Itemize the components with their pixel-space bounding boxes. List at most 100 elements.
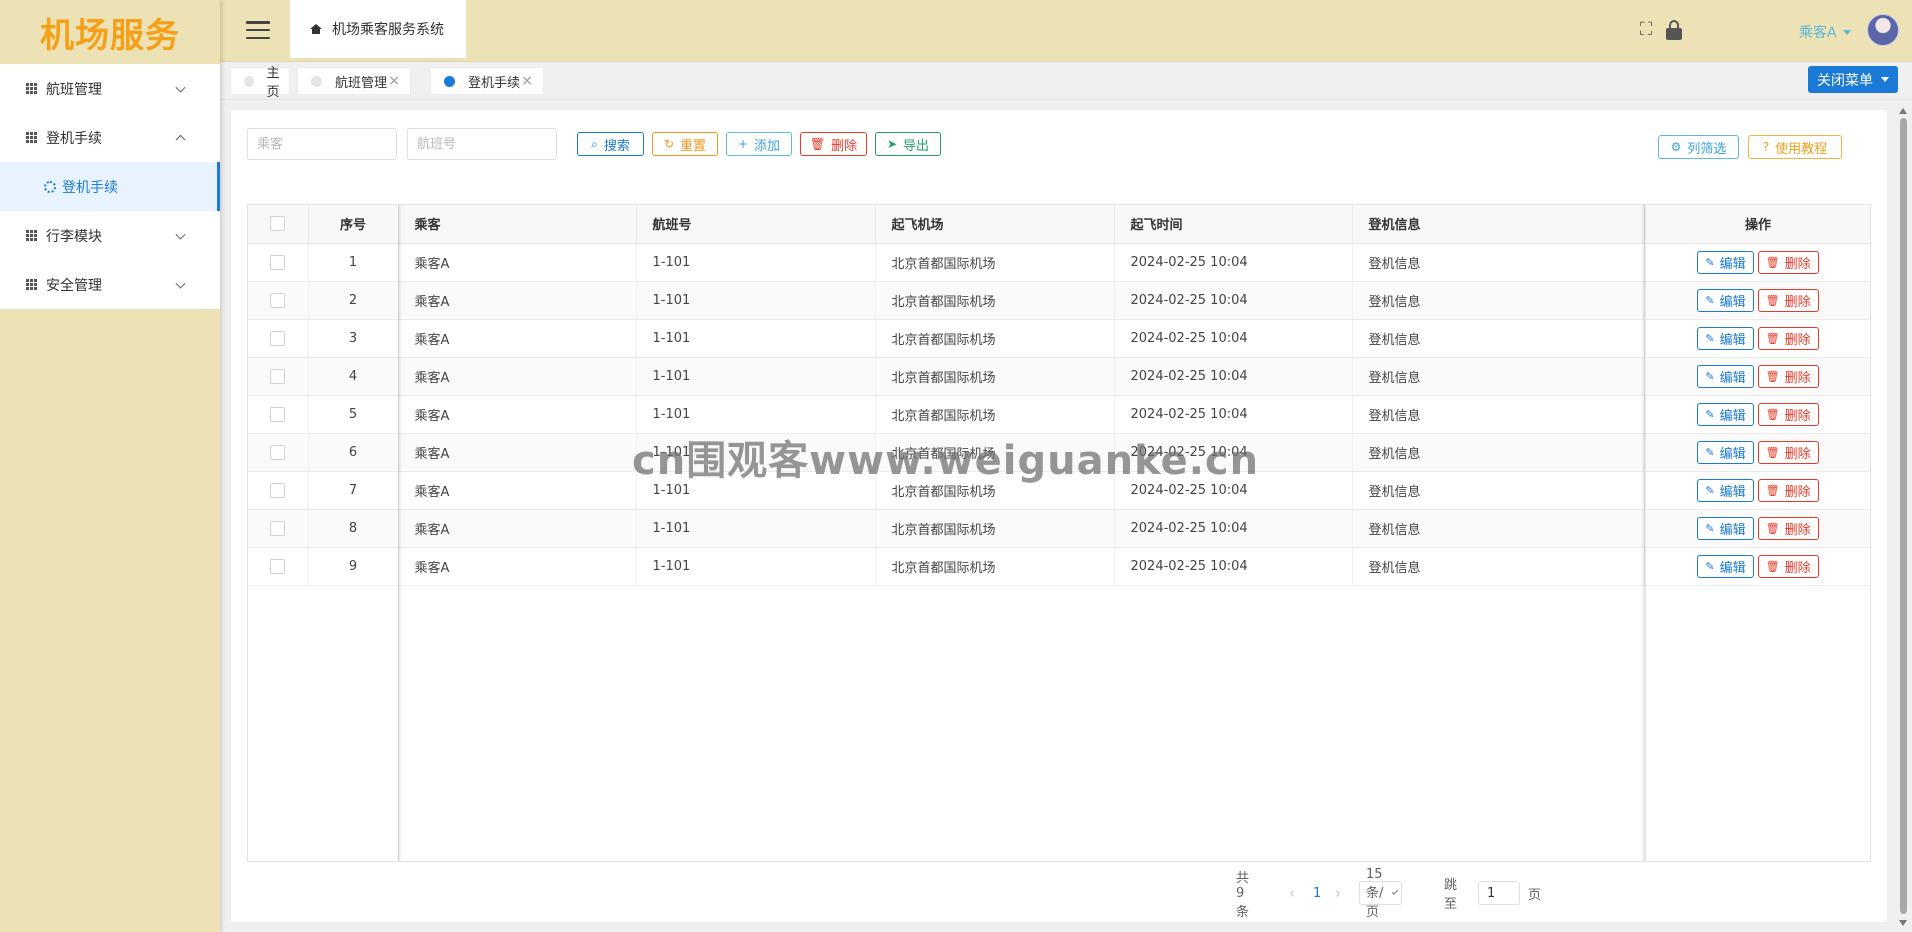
trash-icon: 🗑 bbox=[1765, 521, 1780, 535]
edit-icon: ✎ bbox=[1705, 483, 1715, 497]
edit-button[interactable]: ✎ 编辑 bbox=[1697, 326, 1754, 350]
actions-cell: ✎ 编辑 🗑 删除 bbox=[1644, 509, 1870, 548]
edit-button[interactable]: ✎ 编辑 bbox=[1697, 288, 1754, 312]
system-title-tab[interactable]: 机场乘客服务系统 bbox=[290, 0, 466, 58]
select-all-checkbox[interactable] bbox=[270, 216, 286, 232]
row-delete-button[interactable]: 🗑 删除 bbox=[1757, 326, 1819, 350]
edit-button[interactable]: ✎ 编辑 bbox=[1697, 478, 1754, 502]
row-checkbox[interactable] bbox=[270, 330, 286, 346]
row-checkbox[interactable] bbox=[270, 558, 286, 574]
edit-icon: ✎ bbox=[1705, 293, 1715, 307]
edit-label: 编辑 bbox=[1719, 484, 1746, 500]
next-page-icon[interactable]: › bbox=[1335, 880, 1341, 906]
row-checkbox[interactable] bbox=[270, 292, 286, 308]
tab-flight-management[interactable]: 航班管理 × bbox=[297, 67, 411, 95]
row-delete-button[interactable]: 🗑 删除 bbox=[1757, 364, 1819, 388]
reset-button[interactable]: ↻ 重置 bbox=[652, 132, 718, 156]
edit-icon: ✎ bbox=[1705, 255, 1715, 269]
tab-dot-icon bbox=[244, 75, 254, 87]
row-checkbox[interactable] bbox=[270, 444, 286, 460]
actions-cell: ✎ 编辑 🗑 删除 bbox=[1644, 547, 1870, 586]
page-size-select[interactable]: 15 条/页 bbox=[1359, 867, 1403, 920]
trash-icon: 🗑 bbox=[1765, 407, 1780, 421]
scroll-down-icon[interactable] bbox=[1899, 920, 1907, 926]
page-size-value: 15 条/页 bbox=[1366, 866, 1384, 920]
edit-button[interactable]: ✎ 编辑 bbox=[1697, 440, 1754, 464]
edit-button[interactable]: ✎ 编辑 bbox=[1697, 402, 1754, 426]
tab-home[interactable]: 主页 bbox=[230, 66, 290, 100]
edit-button[interactable]: ✎ 编辑 bbox=[1697, 364, 1754, 388]
sidebar-item-boarding[interactable]: 登机手续 bbox=[0, 113, 220, 162]
lock-icon[interactable] bbox=[1666, 20, 1682, 40]
close-icon[interactable]: × bbox=[388, 73, 400, 89]
row-delete-button[interactable]: 🗑 删除 bbox=[1757, 288, 1819, 312]
page-number[interactable]: 1 bbox=[1313, 880, 1321, 906]
page-scrollbar[interactable] bbox=[1898, 108, 1908, 926]
trash-icon: 🗑 bbox=[1765, 331, 1780, 345]
sidebar-item-security[interactable]: 安全管理 bbox=[0, 260, 220, 309]
row-delete-button[interactable]: 🗑 删除 bbox=[1757, 516, 1819, 540]
row-delete-button[interactable]: 🗑 删除 bbox=[1757, 250, 1819, 274]
tutorial-button[interactable]: ? 使用教程 bbox=[1748, 135, 1842, 159]
flight-cell: 1-101 bbox=[636, 509, 876, 548]
column-header: 航班号 bbox=[636, 205, 876, 244]
airport-cell: 北京首都国际机场 bbox=[875, 243, 1115, 282]
table-row: 9 乘客A 1-101 北京首都国际机场 2024-02-25 10:04 登机信息 ✎ 编辑… bbox=[248, 547, 1870, 586]
tab-label: 登机手续 bbox=[468, 75, 521, 91]
edit-button[interactable]: ✎ 编辑 bbox=[1697, 250, 1754, 274]
tags-bar: 主页 航班管理 × 登机手续 × 关闭菜单 bbox=[220, 62, 1912, 100]
airport-cell: 北京首都国际机场 bbox=[875, 357, 1115, 396]
column-header: 起飞机场 bbox=[875, 205, 1115, 244]
chevron-up-icon bbox=[175, 134, 186, 145]
send-icon: ➤ bbox=[886, 137, 898, 151]
table-row: 1 乘客A 1-101 北京首都国际机场 2024-02-25 10:04 登机信息 ✎ 编辑… bbox=[248, 243, 1870, 282]
row-checkbox[interactable] bbox=[270, 254, 286, 270]
row-checkbox[interactable] bbox=[270, 482, 286, 498]
sidebar-subitem-boarding[interactable]: 登机手续 bbox=[0, 162, 220, 211]
prev-page-icon[interactable]: ‹ bbox=[1289, 880, 1295, 906]
menu-toggle-icon[interactable] bbox=[246, 21, 270, 39]
sidebar-item-flight-management[interactable]: 航班管理 bbox=[0, 64, 220, 113]
row-delete-button[interactable]: 🗑 删除 bbox=[1757, 554, 1819, 578]
edit-button[interactable]: ✎ 编辑 bbox=[1697, 554, 1754, 578]
avatar[interactable] bbox=[1867, 14, 1899, 46]
row-checkbox[interactable] bbox=[270, 520, 286, 536]
edit-label: 编辑 bbox=[1719, 370, 1746, 386]
row-select-cell bbox=[248, 433, 309, 472]
tab-boarding[interactable]: 登机手续 × bbox=[430, 67, 544, 95]
row-delete-button[interactable]: 🗑 删除 bbox=[1757, 402, 1819, 426]
close-icon[interactable]: × bbox=[521, 73, 533, 89]
reset-label: 重置 bbox=[680, 138, 707, 154]
column-filter-button[interactable]: ⚙ 列筛选 bbox=[1658, 135, 1739, 159]
fullscreen-icon[interactable]: ⛶ bbox=[1637, 21, 1655, 39]
row-checkbox[interactable] bbox=[270, 368, 286, 384]
actions-cell: ✎ 编辑 🗑 删除 bbox=[1644, 433, 1870, 472]
tab-dot-icon bbox=[444, 75, 455, 87]
row-delete-button[interactable]: 🗑 删除 bbox=[1757, 478, 1819, 502]
time-cell: 2024-02-25 10:04 bbox=[1114, 547, 1353, 586]
search-label: 搜索 bbox=[603, 138, 630, 154]
export-button[interactable]: ➤ 导出 bbox=[875, 132, 941, 156]
close-menu-button[interactable]: 关闭菜单 bbox=[1808, 66, 1898, 93]
trash-icon: 🗑 bbox=[1765, 483, 1780, 497]
airport-cell: 北京首都国际机场 bbox=[875, 319, 1115, 358]
scroll-up-icon[interactable] bbox=[1899, 108, 1907, 114]
row-select-cell bbox=[248, 395, 309, 434]
help-icon: ? bbox=[1762, 140, 1770, 154]
jump-page-input[interactable] bbox=[1478, 881, 1520, 905]
flight-number-input[interactable] bbox=[407, 128, 557, 160]
add-button[interactable]: + 添加 bbox=[726, 132, 792, 156]
edit-button[interactable]: ✎ 编辑 bbox=[1697, 516, 1754, 540]
row-select-cell bbox=[248, 547, 309, 586]
scroll-thumb[interactable] bbox=[1900, 118, 1907, 914]
delete-button[interactable]: 🗑 删除 bbox=[800, 132, 867, 156]
sidebar-item-label: 安全管理 bbox=[46, 277, 102, 294]
sidebar-item-baggage[interactable]: 行李模块 bbox=[0, 211, 220, 260]
seq-cell: 6 bbox=[308, 433, 399, 472]
user-menu[interactable]: 乘客A bbox=[1799, 22, 1851, 42]
passenger-search-input[interactable] bbox=[247, 128, 397, 160]
row-delete-button[interactable]: 🗑 删除 bbox=[1757, 440, 1819, 464]
row-checkbox[interactable] bbox=[270, 406, 286, 422]
search-button[interactable]: ⌕ 搜索 bbox=[577, 132, 644, 156]
edit-icon: ✎ bbox=[1705, 407, 1715, 421]
